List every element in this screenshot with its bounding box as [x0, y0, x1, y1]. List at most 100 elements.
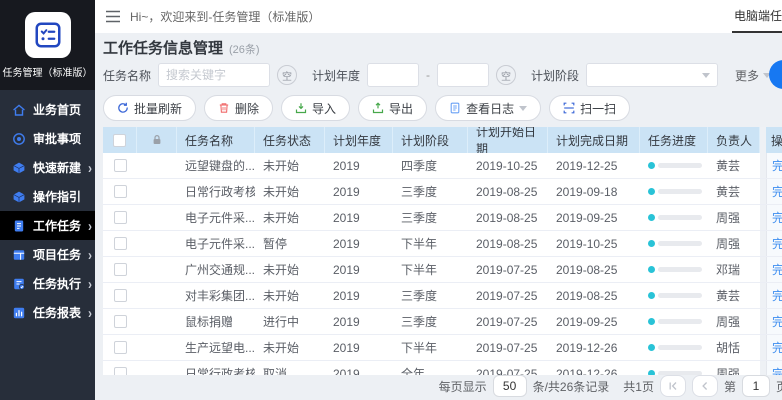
task-name-cell: 电子元件采... — [177, 205, 255, 230]
row-lock-cell — [137, 309, 177, 334]
end-date-cell: 2019-09-18 — [548, 179, 640, 204]
sidebar-item-2[interactable]: 审批事项 — [0, 124, 95, 153]
complete-link[interactable]: 完成 — [772, 157, 782, 174]
row-checkbox[interactable] — [114, 185, 127, 198]
column-header-start-date: 计划开始日期 — [468, 127, 548, 153]
plan-stage-select[interactable] — [586, 63, 718, 87]
clear-task-name-button[interactable]: 空 — [277, 65, 297, 85]
task-status-cell: 未开始 — [255, 179, 325, 204]
first-page-button[interactable] — [660, 375, 686, 397]
hamburger-menu-icon[interactable] — [105, 10, 121, 23]
progress-dot — [648, 318, 655, 325]
row-checkbox[interactable] — [114, 341, 127, 354]
sidebar-item-7[interactable]: 任务执行› — [0, 269, 95, 298]
plan-year-cell: 2019 — [325, 335, 393, 360]
progress-dot — [648, 214, 655, 221]
task-list-icon — [33, 20, 63, 50]
sidebar-item-3[interactable]: 快速新建› — [0, 153, 95, 182]
log-icon — [449, 102, 461, 114]
column-header-task-status: 任务状态 — [255, 127, 325, 153]
prev-page-button[interactable] — [692, 375, 718, 397]
sidebar-item-label: 操作指引 — [33, 188, 81, 205]
complete-link[interactable]: 完成 — [772, 209, 782, 226]
chevron-down-icon — [702, 73, 710, 78]
delete-button[interactable]: 删除 — [204, 95, 273, 121]
complete-link[interactable]: 完成 — [772, 313, 782, 330]
row-checkbox[interactable] — [114, 211, 127, 224]
sidebar-menu: 业务首页审批事项快速新建›操作指引工作任务›项目任务›任务执行›任务报表› — [0, 90, 95, 327]
row-lock-cell — [137, 153, 177, 178]
total-pages: 共1页 — [623, 378, 654, 395]
table-body: 远望键盘的...未开始2019四季度2019-10-252019-12-25黄芸… — [103, 153, 782, 375]
task-status-cell: 暂停 — [255, 231, 325, 256]
progress-track — [658, 345, 702, 350]
view-log-button[interactable]: 查看日志 — [435, 95, 541, 121]
sidebar-item-6[interactable]: 项目任务› — [0, 240, 95, 269]
sidebar-item-1[interactable]: 业务首页 — [0, 95, 95, 124]
sidebar-item-4[interactable]: 操作指引 — [0, 182, 95, 211]
sidebar-item-8[interactable]: 任务报表 › — [0, 298, 95, 327]
sidebar-item-label: 项目任务 — [33, 246, 81, 263]
row-checkbox[interactable] — [114, 263, 127, 276]
complete-link[interactable]: 完成 — [772, 235, 782, 252]
start-date-cell: 2019-08-25 — [468, 231, 548, 256]
start-date-cell: 2019-08-25 — [468, 205, 548, 230]
task-name-cell: 鼠标捐赠 — [177, 309, 255, 334]
complete-link[interactable]: 完成 — [772, 339, 782, 356]
plan-year-to-input[interactable] — [437, 63, 489, 87]
floating-add-button[interactable] — [769, 60, 782, 89]
plan-year-from-input[interactable] — [367, 63, 419, 87]
current-page-input[interactable] — [742, 375, 770, 397]
owner-cell: 周强 — [708, 231, 760, 256]
complete-link[interactable]: 完成 — [772, 365, 782, 375]
task-name-input[interactable] — [158, 63, 270, 87]
complete-link[interactable]: 完成 — [772, 261, 782, 278]
row-checkbox[interactable] — [114, 159, 127, 172]
device-tab-pc[interactable]: 电脑端任务 — [732, 0, 782, 33]
scan-button[interactable]: 扫一扫 — [549, 95, 630, 121]
row-checkbox[interactable] — [114, 367, 127, 375]
end-date-cell: 2019-09-25 — [548, 309, 640, 334]
plan-year-filter-label: 计划年度 — [312, 67, 360, 84]
row-lock-cell — [137, 361, 177, 375]
owner-cell: 黄芸 — [708, 153, 760, 178]
batch-refresh-button[interactable]: 批量刷新 — [103, 95, 196, 121]
clear-plan-year-button[interactable]: 空 — [496, 65, 516, 85]
task-status-cell: 取消 — [255, 361, 325, 375]
row-checkbox[interactable] — [114, 289, 127, 302]
row-checkbox[interactable] — [114, 315, 127, 328]
row-checkbox[interactable] — [114, 237, 127, 250]
complete-link[interactable]: 完成 — [772, 183, 782, 200]
progress-track — [658, 163, 702, 168]
row-lock-cell — [137, 283, 177, 308]
chevron-right-icon: › — [88, 160, 92, 175]
task-name-cell: 广州交通规... — [177, 257, 255, 282]
task-progress-cell — [640, 257, 708, 282]
page-prefix: 第 — [724, 378, 736, 395]
owner-cell: 邓瑞 — [708, 257, 760, 282]
quick-create-icon — [12, 161, 26, 175]
sidebar-item-label: 任务报表 — [33, 304, 81, 321]
plan-year-cell: 2019 — [325, 179, 393, 204]
plan-stage-cell: 三季度 — [393, 309, 468, 334]
select-all-cell — [103, 127, 137, 153]
import-button[interactable]: 导入 — [281, 95, 350, 121]
row-checkbox-cell — [103, 309, 137, 334]
table-row: 对丰彩集团...未开始2019三季度2019-07-252019-08-25黄芸… — [103, 283, 782, 309]
complete-link[interactable]: 完成 — [772, 287, 782, 304]
app-logo-block: 任务管理（标准版） — [0, 0, 95, 90]
export-button[interactable]: 导出 — [358, 95, 427, 121]
column-header-plan-stage: 计划阶段 — [393, 127, 468, 153]
filter-row: 任务名称 空 计划年度 - 空 计划阶段 更多 — [103, 62, 782, 88]
per-page-input[interactable] — [493, 375, 527, 397]
plan-stage-filter-label: 计划阶段 — [531, 67, 579, 84]
end-date-cell: 2019-08-25 — [548, 257, 640, 282]
select-all-checkbox[interactable] — [113, 134, 126, 147]
toolbar-button-label: 导出 — [389, 100, 413, 117]
refresh-icon — [117, 102, 129, 114]
more-filters-link[interactable]: 更多 — [735, 67, 771, 84]
progress-track — [658, 293, 702, 298]
row-action-cell: 完成 — [766, 335, 782, 360]
sidebar-item-5[interactable]: 工作任务› — [0, 211, 95, 240]
chevron-right-icon: › — [88, 305, 92, 320]
